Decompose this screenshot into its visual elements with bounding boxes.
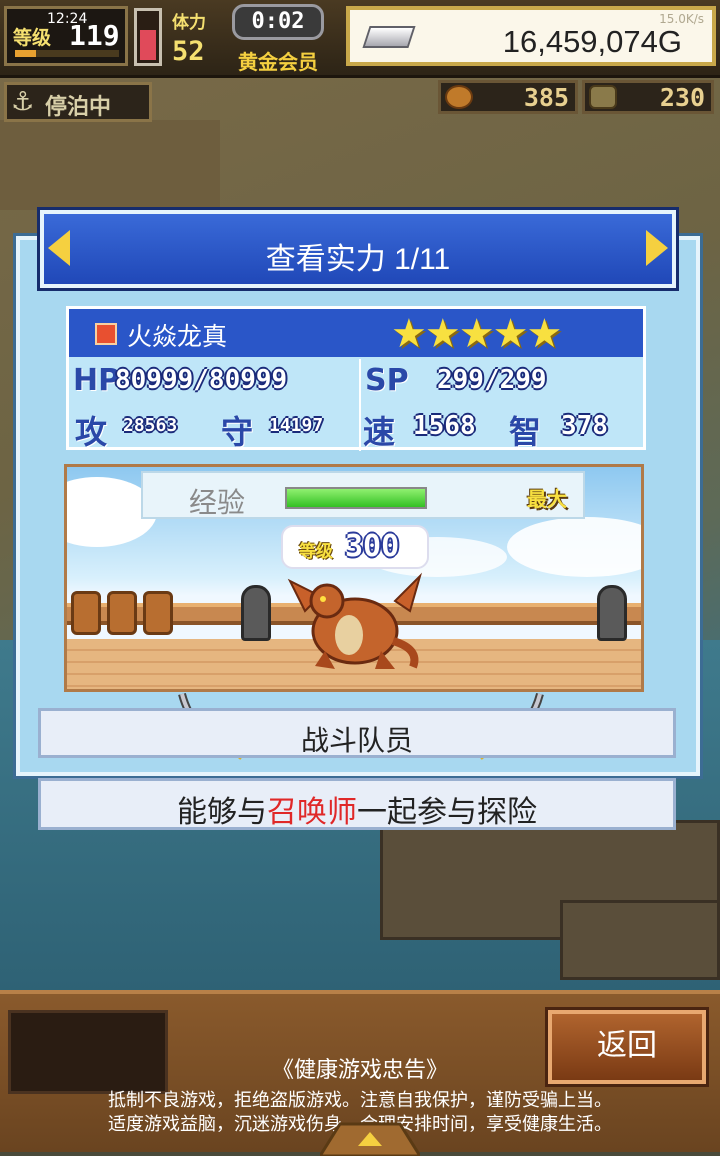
- top-hud: 12:24 等级 119 体力 52 0:02 黄金会员 15.0K/s 16,…: [0, 0, 720, 78]
- health-notice-line-1: 抵制不良游戏，拒绝盗版游戏。注意自我保护，谨防受骗上当。: [108, 1090, 612, 1111]
- docked-status-label: 停泊中: [45, 95, 112, 120]
- sp-label: SP: [365, 363, 409, 398]
- player-level-value: 119: [69, 19, 120, 52]
- stamina-gauge: [134, 8, 162, 66]
- hp-label: HP: [73, 363, 121, 398]
- character-name-row: 火焱龙真 ★★★★★: [69, 309, 643, 357]
- expand-menu-icon[interactable]: [320, 1114, 420, 1156]
- silver-ingot-icon: [362, 26, 416, 48]
- health-notice-title: 《健康游戏忠告》: [271, 1058, 448, 1083]
- description-before: 能够与: [177, 795, 267, 830]
- docked-status-button[interactable]: ⚓ 停泊中: [4, 82, 152, 122]
- attack-label: 攻: [75, 413, 108, 451]
- barrel-icon: [143, 591, 173, 635]
- bottom-bar: 返回 《健康游戏忠告》 抵制不良游戏，拒绝盗版游戏。注意自我保护，谨防受骗上当。…: [0, 990, 720, 1156]
- speed-value: 1568: [413, 411, 476, 441]
- stat-row-attributes: 攻 28563 守 14197 速 1568 智 378: [69, 405, 643, 451]
- experience-max-label: 最大: [527, 487, 567, 511]
- player-level-label: 等级: [13, 27, 52, 49]
- speed-label: 速: [363, 413, 396, 451]
- medal-icon: [445, 85, 473, 109]
- character-stats-table: 火焱龙真 ★★★★★ HP 80999/80999 SP 299/299 攻 2…: [66, 306, 646, 451]
- next-arrow-icon[interactable]: [646, 230, 668, 266]
- sp-value: 299/299: [437, 365, 547, 395]
- role-bar: 战斗队员: [38, 708, 676, 758]
- stat-row-hp-sp: HP 80999/80999 SP 299/299: [69, 359, 643, 405]
- dragon-sprite-icon: [287, 572, 423, 669]
- coin-icon: [589, 85, 617, 109]
- description-text: 能够与召唤师一起参与探险: [41, 787, 673, 831]
- medal-counter[interactable]: 385: [438, 80, 578, 114]
- character-level-bubble: 等级 300: [281, 525, 429, 569]
- hp-value: 80999/80999: [115, 365, 288, 395]
- character-level-value: 300: [345, 529, 400, 564]
- experience-label: 经验: [189, 486, 246, 519]
- coin-value: 230: [659, 83, 705, 112]
- cannon-icon: [597, 585, 627, 641]
- panel-title: 查看实力 1/11: [265, 243, 451, 276]
- stamina-points-value: 52: [172, 36, 205, 67]
- intelligence-label: 智: [509, 413, 542, 451]
- description-bar: 能够与召唤师一起参与探险: [38, 778, 676, 830]
- intelligence-value: 378: [561, 411, 608, 441]
- stamina-points-box: 体力 52: [168, 6, 230, 67]
- description-highlight: 召唤师: [267, 795, 357, 830]
- anchor-icon: ⚓: [11, 87, 35, 117]
- character-name: 火焱龙真: [127, 322, 228, 351]
- rarity-stars: ★★★★★: [391, 311, 562, 357]
- gold-member-badge[interactable]: 黄金会员: [238, 46, 318, 75]
- description-after: 一起参与探险: [357, 795, 537, 830]
- defense-value: 14197: [269, 415, 324, 436]
- fire-element-icon: [95, 323, 117, 345]
- stamina-points-label: 体力: [172, 13, 206, 33]
- money-panel: 15.0K/s 16,459,074G: [346, 6, 716, 66]
- character-level-label: 等级: [299, 542, 333, 562]
- cannon-icon: [241, 585, 271, 641]
- cliff-terrain: [560, 900, 720, 980]
- attack-value: 28563: [123, 415, 178, 436]
- player-exp-bar: [15, 50, 119, 57]
- barrel-icon: [107, 591, 137, 635]
- barrel-icon: [71, 591, 101, 635]
- character-preview-scene: 经验 最大 等级 300: [64, 464, 644, 692]
- stat-divider: [359, 359, 361, 451]
- money-value: 16,459,074G: [502, 24, 682, 59]
- experience-bar: 经验 最大: [141, 471, 585, 519]
- defense-label: 守: [221, 413, 254, 451]
- player-level-box[interactable]: 12:24 等级 119: [4, 6, 128, 66]
- coin-counter[interactable]: 230: [582, 80, 714, 114]
- role-label: 战斗队员: [300, 724, 413, 757]
- recovery-timer: 0:02: [232, 4, 324, 40]
- experience-gauge: [285, 487, 427, 509]
- panel-title-bar: 查看实力 1/11: [40, 210, 676, 288]
- cloud: [507, 517, 641, 577]
- land-terrain: [0, 120, 220, 210]
- medal-value: 385: [523, 83, 569, 112]
